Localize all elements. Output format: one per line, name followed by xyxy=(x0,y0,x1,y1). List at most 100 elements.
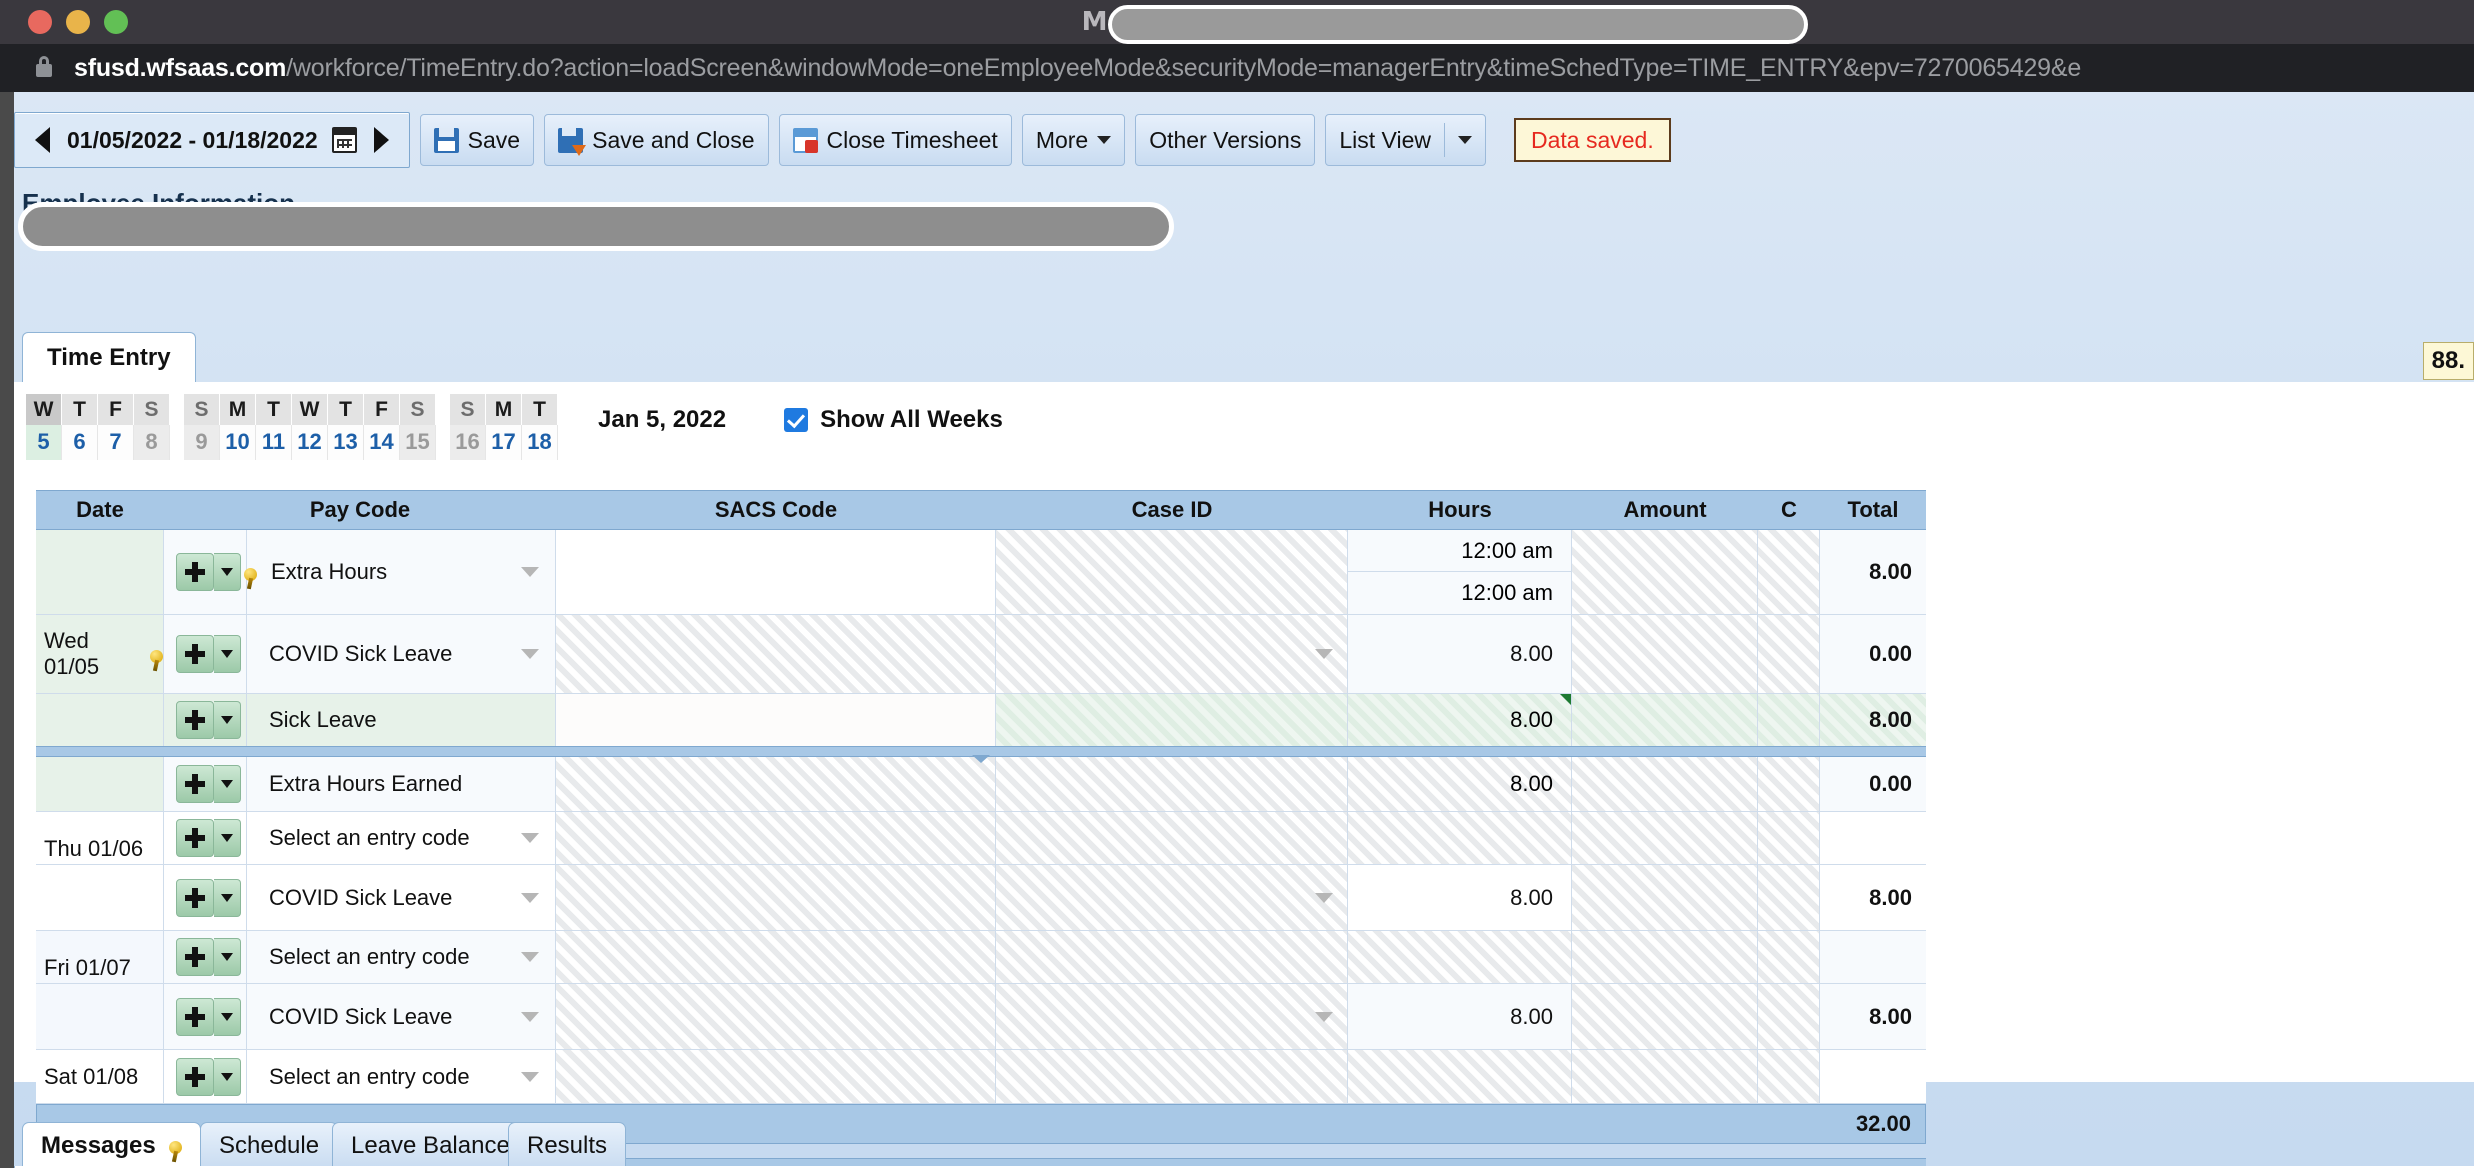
calendar-icon[interactable] xyxy=(331,127,357,153)
row-paycode-cell[interactable]: COVID Sick Leave xyxy=(164,865,556,930)
add-row-button[interactable] xyxy=(176,938,214,976)
table-row[interactable]: Wed 01/05 COVID Sick Leave 8.00 0.00 xyxy=(36,615,1926,694)
day-column[interactable]: T 18 xyxy=(522,394,558,460)
row-paycode-cell[interactable]: Extra Hours xyxy=(164,530,556,614)
row-caseid-cell[interactable] xyxy=(996,615,1348,693)
day-column[interactable]: W 12 xyxy=(292,394,328,460)
browser-address-bar[interactable]: sfusd.wfsaas.com/workforce/TimeEntry.do?… xyxy=(0,44,2474,92)
chevron-down-icon[interactable] xyxy=(521,1071,539,1082)
save-button[interactable]: Save xyxy=(419,114,535,166)
table-row[interactable]: Sick Leave 8.00 8.00 xyxy=(36,694,1926,746)
chevron-down-icon[interactable] xyxy=(1315,892,1333,903)
column-header-c[interactable]: C xyxy=(1758,491,1820,529)
add-row-button[interactable] xyxy=(176,553,214,591)
chevron-down-icon[interactable] xyxy=(521,952,539,962)
add-row-button[interactable] xyxy=(176,701,214,739)
column-header-hours[interactable]: Hours xyxy=(1348,491,1572,529)
day-column[interactable]: S 8 xyxy=(134,394,170,460)
chevron-down-icon[interactable] xyxy=(1457,136,1472,144)
day-column[interactable]: M 10 xyxy=(220,394,256,460)
row-caseid-cell[interactable] xyxy=(996,984,1348,1049)
chevron-down-icon[interactable] xyxy=(521,649,539,659)
save-and-close-button[interactable]: Save and Close xyxy=(544,114,769,166)
row-hours-cell[interactable]: 8.00 xyxy=(1348,984,1572,1049)
tab-results[interactable]: Results xyxy=(508,1122,627,1168)
add-row-dropdown-button[interactable] xyxy=(214,819,241,857)
add-row-dropdown-button[interactable] xyxy=(214,938,241,976)
row-caseid-cell[interactable] xyxy=(996,865,1348,930)
row-hours-cell[interactable]: 8.00 xyxy=(1348,865,1572,930)
close-timesheet-button[interactable]: Close Timesheet xyxy=(778,114,1012,166)
add-row-dropdown-button[interactable] xyxy=(214,701,241,739)
day-column[interactable]: T 6 xyxy=(62,394,98,460)
chevron-down-icon[interactable] xyxy=(521,833,539,843)
minimize-window-button[interactable] xyxy=(66,10,90,34)
day-column[interactable]: S 15 xyxy=(400,394,436,460)
row-paycode-cell[interactable]: Select an entry code xyxy=(164,1050,556,1103)
day-column[interactable]: W 5 xyxy=(26,394,62,460)
tab-messages[interactable]: Messages xyxy=(22,1122,201,1168)
chevron-down-icon[interactable] xyxy=(521,567,539,577)
table-row[interactable]: Extra Hours Earned 8.00 0.00 xyxy=(36,757,1926,812)
row-resize-handle[interactable] xyxy=(36,746,1926,763)
date-range-selector[interactable]: 01/05/2022 - 01/18/2022 xyxy=(14,112,410,168)
row-hours-cell[interactable] xyxy=(1348,1050,1572,1103)
add-row-button[interactable] xyxy=(176,1057,214,1096)
add-row-dropdown-button[interactable] xyxy=(214,765,241,803)
row-hours-cell[interactable]: 8.00 xyxy=(1348,615,1572,693)
add-row-button[interactable] xyxy=(176,997,214,1036)
row-hours-out[interactable]: 12:00 am xyxy=(1348,572,1571,613)
table-row[interactable]: Extra Hours 12:00 am 12:00 am 8.00 xyxy=(36,530,1926,615)
row-paycode-cell[interactable]: COVID Sick Leave xyxy=(164,615,556,693)
row-hours-cell[interactable]: 8.00 xyxy=(1348,694,1572,746)
chevron-down-icon[interactable] xyxy=(1315,649,1333,659)
column-header-sacs[interactable]: SACS Code xyxy=(556,491,996,529)
add-row-button[interactable] xyxy=(176,635,214,673)
show-all-weeks-toggle[interactable]: Show All Weeks xyxy=(784,406,1003,434)
add-row-dropdown-button[interactable] xyxy=(214,997,241,1036)
column-header-paycode[interactable]: Pay Code xyxy=(164,491,556,529)
day-column[interactable]: T 13 xyxy=(328,394,364,460)
row-hours-cell[interactable]: 12:00 am 12:00 am xyxy=(1348,530,1572,614)
row-paycode-cell[interactable]: Extra Hours Earned xyxy=(164,757,556,811)
row-hours-cell[interactable] xyxy=(1348,931,1572,983)
row-hours-cell[interactable] xyxy=(1348,812,1572,864)
chevron-down-icon[interactable] xyxy=(1315,1011,1333,1022)
add-row-button[interactable] xyxy=(176,765,214,803)
add-row-button[interactable] xyxy=(176,878,214,917)
row-sacs-cell[interactable] xyxy=(556,530,996,614)
row-paycode-cell[interactable]: COVID Sick Leave xyxy=(164,984,556,1049)
day-column[interactable]: S 9 xyxy=(184,394,220,460)
list-view-button[interactable]: List View xyxy=(1325,114,1486,166)
tab-time-entry[interactable]: Time Entry xyxy=(22,332,196,382)
row-paycode-cell[interactable]: Select an entry code xyxy=(164,812,556,864)
day-column[interactable]: F 7 xyxy=(98,394,134,460)
table-row[interactable]: Fri 01/07 Select an entry code xyxy=(36,931,1926,984)
other-versions-button[interactable]: Other Versions xyxy=(1135,114,1316,166)
column-header-date[interactable]: Date xyxy=(36,491,164,529)
add-row-dropdown-button[interactable] xyxy=(214,1057,241,1096)
day-column[interactable]: T 11 xyxy=(256,394,292,460)
add-row-dropdown-button[interactable] xyxy=(214,635,241,673)
chevron-left-icon[interactable] xyxy=(31,127,53,153)
chevron-down-icon[interactable] xyxy=(521,1011,539,1022)
row-paycode-cell[interactable]: Sick Leave xyxy=(164,694,556,746)
day-column[interactable]: M 17 xyxy=(486,394,522,460)
row-sacs-cell[interactable] xyxy=(556,694,996,746)
close-window-button[interactable] xyxy=(28,10,52,34)
row-hours-cell[interactable]: 8.00 xyxy=(1348,757,1572,811)
table-row[interactable]: Sat 01/08 Select an entry code xyxy=(36,1050,1926,1104)
day-column[interactable]: F 14 xyxy=(364,394,400,460)
table-row[interactable]: COVID Sick Leave 8.00 8.00 xyxy=(36,865,1926,931)
show-all-weeks-checkbox[interactable] xyxy=(784,408,809,432)
row-paycode-cell[interactable]: Select an entry code xyxy=(164,931,556,983)
add-row-button[interactable] xyxy=(176,819,214,857)
add-row-dropdown-button[interactable] xyxy=(214,878,241,917)
day-column[interactable]: S 16 xyxy=(450,394,486,460)
tab-schedule[interactable]: Schedule xyxy=(200,1122,339,1168)
row-hours-in[interactable]: 12:00 am xyxy=(1348,530,1571,572)
zoom-window-button[interactable] xyxy=(104,10,128,34)
add-row-dropdown-button[interactable] xyxy=(214,553,241,591)
column-header-amount[interactable]: Amount xyxy=(1572,491,1758,529)
column-header-caseid[interactable]: Case ID xyxy=(996,491,1348,529)
